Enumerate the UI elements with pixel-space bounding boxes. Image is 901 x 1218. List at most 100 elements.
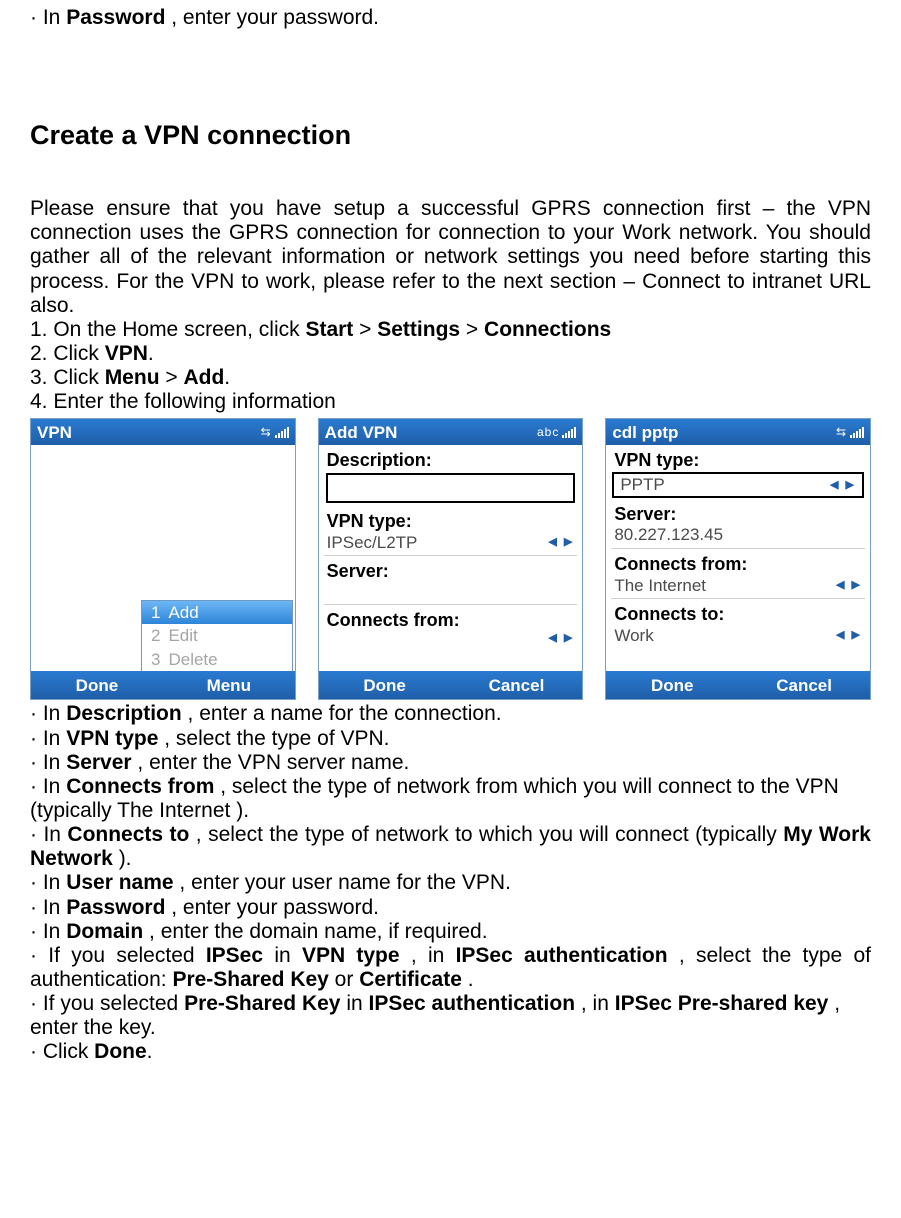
status-icons: ⇆ (261, 426, 289, 440)
bullet-user-name: · In User name , enter your user name fo… (30, 871, 871, 895)
body: Description: VPN type: IPSec/L2TP ◀ ▶ Se… (319, 445, 583, 671)
b: IPSec authentication (369, 992, 576, 1015)
connects-to-selector[interactable]: Work ◀ ▶ (606, 625, 870, 649)
signal-icon (275, 426, 289, 438)
t: , enter a name for the connection. (182, 702, 502, 725)
value-text: PPTP (620, 475, 664, 495)
left-right-icon: ◀ ▶ (836, 629, 862, 642)
titlebar: VPN ⇆ (31, 419, 295, 445)
b: Connects from (66, 775, 214, 798)
input-mode: abc (537, 426, 559, 440)
t: · In (30, 727, 66, 750)
title-text: VPN (37, 423, 72, 443)
label-connects-to: Connects to: (606, 599, 870, 625)
label-server: Server: (606, 499, 870, 525)
softkey-done[interactable]: Done (31, 671, 163, 699)
t: · In (30, 871, 66, 894)
b: Password (66, 896, 165, 919)
t: · In (30, 751, 66, 774)
bullet-pre-shared-key: · If you selected Pre-Shared Key in IPSe… (30, 992, 871, 1040)
b: Pre-Shared Key (184, 992, 340, 1015)
t: ). (113, 847, 132, 870)
step-4: 4. Enter the following information (30, 390, 871, 414)
softkey-done[interactable]: Done (606, 671, 738, 699)
body: 1Add 2Edit 3Delete (31, 445, 295, 671)
softkey-done[interactable]: Done (319, 671, 451, 699)
left-right-icon: ◀ ▶ (830, 479, 856, 492)
phone-screen-vpn-list: VPN ⇆ 1Add 2Edit 3Delete Done Menu (30, 418, 296, 700)
b: Start (305, 318, 353, 341)
value-text: 80.227.123.45 (614, 525, 723, 545)
title-text: cdl pptp (612, 423, 678, 443)
label: Edit (168, 626, 197, 645)
label: Delete (168, 650, 217, 669)
softkey-cancel[interactable]: Cancel (451, 671, 583, 699)
text: > (460, 318, 484, 341)
label: Add (168, 603, 198, 622)
b: IPSec authentication (456, 944, 668, 967)
step-1: 1. On the Home screen, click Start > Set… (30, 318, 871, 342)
label-connects-from: Connects from: (319, 605, 583, 631)
t: in (340, 992, 368, 1015)
text: > (353, 318, 377, 341)
text: . (148, 342, 154, 365)
t: · If you selected (30, 992, 184, 1015)
bullet-password: · In Password , enter your password. (30, 896, 871, 920)
bullet-password-top: · In Password , enter your password. (30, 6, 871, 30)
text: 3. Click (30, 366, 105, 389)
t: · In (30, 823, 67, 846)
text: 2. Click (30, 342, 105, 365)
t: , in (575, 992, 615, 1015)
step-2: 2. Click VPN. (30, 342, 871, 366)
softkey-bar: Done Cancel (319, 671, 583, 699)
t: · In (30, 775, 66, 798)
softkey-menu[interactable]: Menu (163, 671, 295, 699)
section-heading: Create a VPN connection (30, 120, 871, 151)
connects-from-selector[interactable]: The Internet ◀ ▶ (606, 575, 870, 599)
menu-item-add[interactable]: 1Add (142, 601, 292, 625)
title-text: Add VPN (325, 423, 398, 443)
b: VPN (105, 342, 148, 365)
t: , enter your user name for the VPN. (174, 871, 511, 894)
menu-item-delete[interactable]: 3Delete (142, 648, 292, 672)
softkey-cancel[interactable]: Cancel (738, 671, 870, 699)
connects-from-selector[interactable]: ◀ ▶ (319, 631, 583, 648)
b: VPN type (302, 944, 400, 967)
b: Settings (377, 318, 460, 341)
vpn-type-selector[interactable]: IPSec/L2TP ◀ ▶ (319, 532, 583, 556)
left-right-icon: ◀ ▶ (548, 632, 574, 645)
t: , in (400, 944, 456, 967)
t: · In (30, 920, 66, 943)
bullet-click-done: · Click Done. (30, 1040, 871, 1064)
label-description: Description: (319, 445, 583, 471)
t: . (147, 1040, 153, 1063)
bullet-description: · In Description , enter a name for the … (30, 702, 871, 726)
t: · Click (30, 1040, 94, 1063)
label-connects-from: Connects from: (606, 549, 870, 575)
titlebar: cdl pptp ⇆ (606, 419, 870, 445)
text: , enter your password. (165, 6, 379, 29)
value-text: IPSec/L2TP (327, 533, 418, 553)
bullet-server: · In Server , enter the VPN server name. (30, 751, 871, 775)
t: , select the type of network to which yo… (189, 823, 783, 846)
description-input[interactable] (326, 473, 576, 503)
bullet-connects-from: · In Connects from , select the type of … (30, 775, 871, 823)
signal-icon (562, 426, 576, 438)
server-value[interactable]: 80.227.123.45 (606, 524, 870, 548)
bullet-vpn-type: · In VPN type , select the type of VPN. (30, 727, 871, 751)
t: , enter the VPN server name. (132, 751, 410, 774)
text: · In (30, 6, 66, 29)
context-menu: 1Add 2Edit 3Delete (141, 600, 293, 672)
t: in (263, 944, 302, 967)
left-right-icon: ◀ ▶ (836, 579, 862, 592)
sync-icon: ⇆ (261, 426, 272, 440)
vpn-type-selector[interactable]: PPTP ◀ ▶ (612, 472, 864, 498)
b: Certificate (359, 968, 462, 991)
sync-icon: ⇆ (836, 426, 847, 440)
value-text: Work (614, 626, 653, 646)
screenshots-row: VPN ⇆ 1Add 2Edit 3Delete Done Menu (30, 418, 871, 700)
status-icons: ⇆ (836, 426, 864, 440)
menu-item-edit[interactable]: 2Edit (142, 624, 292, 648)
value-text: The Internet (614, 576, 706, 596)
bullet-domain: · In Domain , enter the domain name, if … (30, 920, 871, 944)
